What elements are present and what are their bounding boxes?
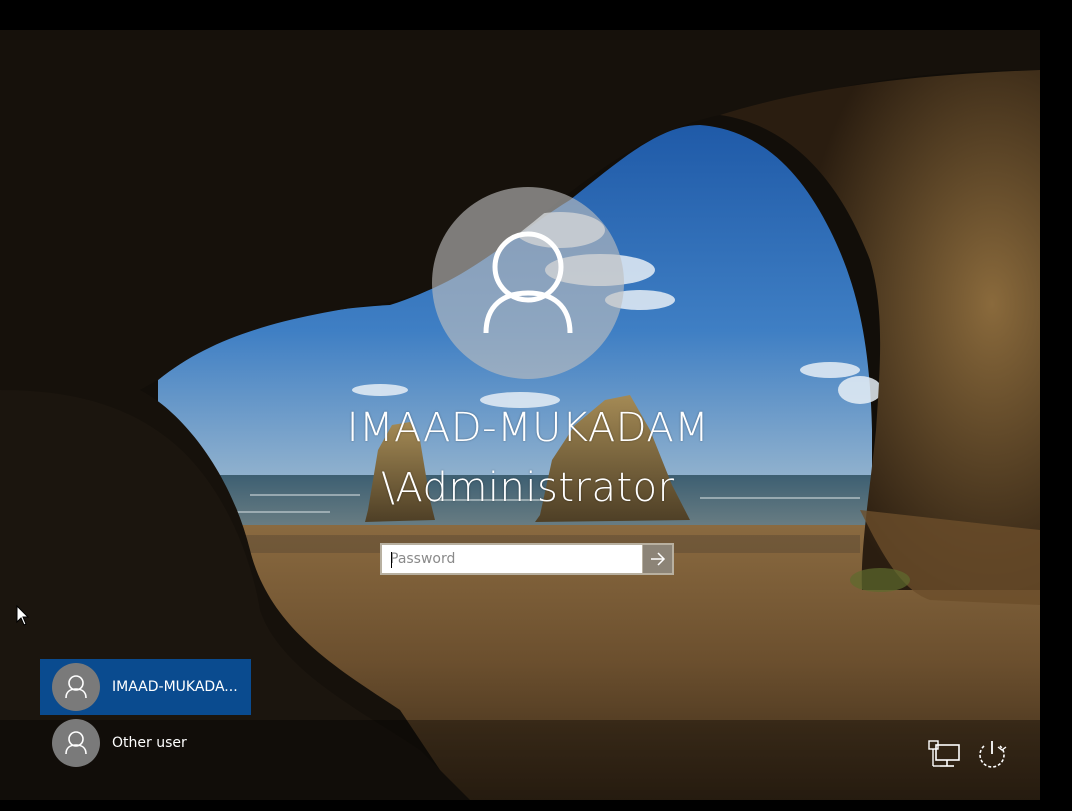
network-icon bbox=[928, 740, 960, 767]
user-tile-label: Other user bbox=[112, 735, 187, 751]
user-avatar-icon bbox=[52, 719, 100, 767]
network-button[interactable] bbox=[926, 736, 962, 772]
user-tile-administrator[interactable]: IMAAD-MUKADA... bbox=[40, 659, 251, 715]
power-button[interactable] bbox=[974, 736, 1010, 772]
power-icon bbox=[979, 741, 1007, 768]
user-tile-label: IMAAD-MUKADA... bbox=[112, 679, 238, 695]
mouse-cursor-icon bbox=[16, 605, 30, 626]
password-field-container bbox=[380, 543, 674, 575]
text-caret bbox=[391, 552, 392, 568]
user-tile-other-user[interactable]: Other user bbox=[40, 715, 251, 771]
user-avatar-icon bbox=[52, 663, 100, 711]
submit-button[interactable] bbox=[642, 545, 672, 573]
arrow-right-icon bbox=[650, 552, 665, 566]
password-input[interactable] bbox=[382, 545, 644, 573]
user-avatar-icon bbox=[432, 187, 624, 379]
screen-edge bbox=[1040, 0, 1072, 811]
account-name: IMAAD-MUKADAM \Administrator bbox=[346, 405, 710, 511]
lock-screen: IMAAD-MUKADAM \Administrator IMAAD-MUKAD… bbox=[0, 0, 1072, 811]
